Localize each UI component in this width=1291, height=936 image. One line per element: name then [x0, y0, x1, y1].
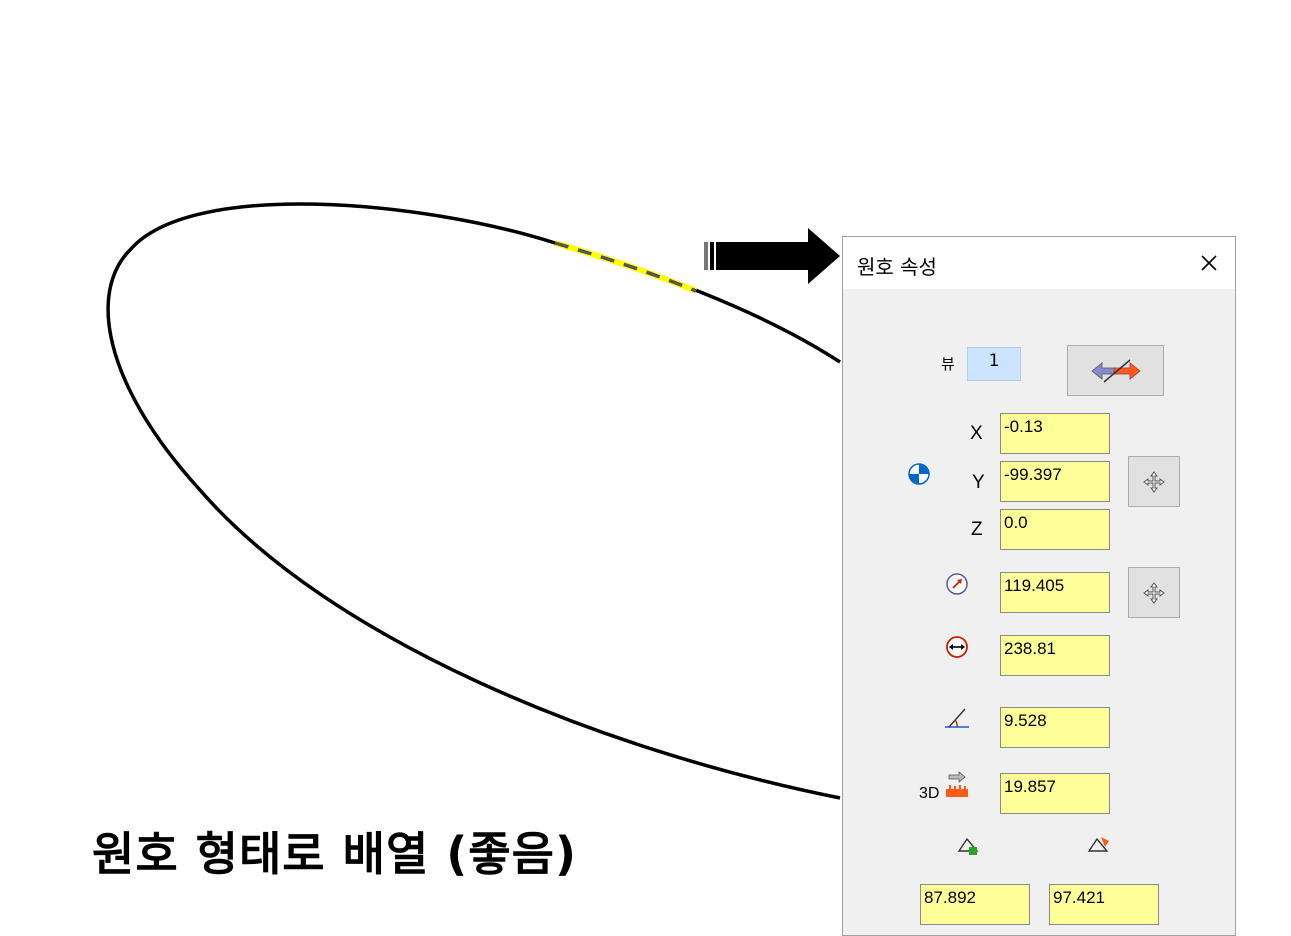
arc-properties-dialog: 원호 속성 뷰 1 X Y Z -0.13 -99.397 0.0 119.40…	[842, 236, 1236, 936]
z-label: Z	[971, 519, 983, 540]
center-point-icon	[908, 463, 930, 485]
diameter-icon	[946, 636, 968, 658]
center-x-field[interactable]: -0.13	[1000, 413, 1110, 454]
view-field[interactable]: 1	[967, 347, 1021, 381]
center-z-field[interactable]: 0.0	[1000, 509, 1110, 550]
title-bar[interactable]: 원호 속성	[843, 237, 1235, 289]
end-angle-icon	[1087, 837, 1109, 852]
ruler-3d-icon	[946, 771, 968, 797]
pick-radius-button[interactable]	[1128, 567, 1180, 618]
diameter-field[interactable]: 238.81	[1000, 635, 1110, 676]
length-3d-label: 3D	[919, 785, 940, 802]
move-icon	[1143, 471, 1165, 493]
y-label: Y	[972, 472, 985, 493]
view-label: 뷰	[941, 356, 955, 373]
move-icon	[1143, 582, 1165, 604]
radius-icon	[946, 573, 968, 595]
close-button[interactable]	[1195, 249, 1223, 277]
ellipse-outline[interactable]	[106, 202, 841, 800]
length-3d-field[interactable]: 19.857	[1000, 773, 1110, 814]
dialog-title: 원호 속성	[857, 255, 937, 279]
angle-icon	[945, 708, 969, 728]
sweep-angle-field[interactable]: 9.528	[1000, 707, 1110, 748]
x-label: X	[970, 423, 983, 444]
start-angle-icon	[957, 837, 979, 855]
reverse-direction-icon	[1091, 359, 1141, 383]
caption-text: 원호 형태로 배열 (좋음)	[92, 827, 577, 881]
end-angle-field[interactable]: 97.421	[1049, 884, 1159, 925]
close-icon	[1201, 255, 1217, 271]
start-angle-field[interactable]: 87.892	[920, 884, 1030, 925]
radius-field[interactable]: 119.405	[1000, 572, 1110, 613]
center-y-field[interactable]: -99.397	[1000, 461, 1110, 502]
pointer-arrow-icon	[704, 228, 840, 284]
pick-center-button[interactable]	[1128, 456, 1180, 507]
reverse-direction-button[interactable]	[1067, 345, 1164, 396]
